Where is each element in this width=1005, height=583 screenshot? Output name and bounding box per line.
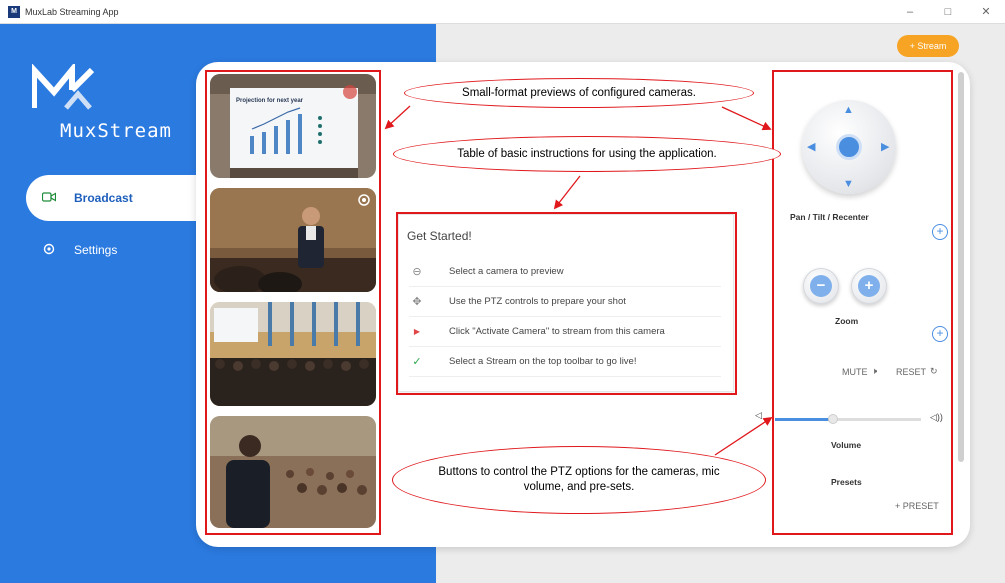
get-started-row: ⊖ Select a camera to preview — [409, 257, 721, 287]
camera-preview-image — [210, 416, 376, 528]
window-title: MuxLab Streaming App — [25, 6, 119, 17]
annotation-buttons: Buttons to control the PTZ options for t… — [392, 446, 766, 514]
speaker-mute-icon: 🕨 — [871, 366, 878, 376]
plus-icon: + — [858, 275, 880, 297]
get-started-row-text: Use the PTZ controls to prepare your sho… — [449, 296, 626, 307]
tilt-down-icon[interactable]: ▼ — [843, 178, 854, 190]
volume-slider-knob[interactable] — [828, 414, 839, 424]
close-button[interactable]: ✕ — [967, 0, 1005, 24]
arrow-left-circle-icon: ⊖ — [412, 266, 422, 278]
zoom-label: Zoom — [835, 316, 859, 326]
camera-preview-image: Projection for next year — [210, 74, 376, 178]
play-circle-icon: ▶ — [413, 327, 421, 336]
get-started-row-text: Select a Stream on the top toolbar to go… — [449, 356, 637, 367]
logo-mark-icon — [31, 61, 96, 112]
add-preset-button[interactable]: + PRESET — [895, 501, 939, 511]
window-controls: – □ ✕ — [891, 0, 1005, 24]
camera-preview-4[interactable] — [210, 416, 376, 528]
add-stream-button[interactable]: + Stream — [897, 35, 959, 57]
ptz-joystick[interactable]: ▲ ▼ ◀ ▶ — [802, 100, 896, 194]
pan-tilt-label: Pan / Tilt / Recenter — [790, 212, 869, 222]
camera-preview-3[interactable] — [210, 302, 376, 406]
volume-label: Volume — [831, 440, 862, 450]
volume-low-icon: ◁ — [755, 410, 762, 420]
annotation-previews: Small-format previews of configured came… — [404, 78, 754, 108]
pan-right-icon[interactable]: ▶ — [881, 140, 889, 153]
get-started-row: ✓ Select a Stream on the top toolbar to … — [409, 347, 721, 377]
reset-label: RESET — [896, 366, 927, 377]
zoom-out-button[interactable]: − — [803, 268, 839, 304]
tilt-up-icon[interactable]: ▲ — [843, 104, 854, 116]
ptz-control-panel: ▲ ▼ ◀ ▶ Pan / Tilt / Recenter + − + Zoom… — [755, 72, 955, 532]
volume-slider-fill — [775, 418, 834, 421]
camera-preview-image — [210, 302, 376, 406]
get-started-row-text: Click "Activate Camera" to stream from t… — [449, 326, 665, 337]
reset-button[interactable]: RESET ↻ — [896, 366, 938, 377]
app-icon: M — [8, 5, 20, 18]
maximize-button[interactable]: □ — [929, 0, 967, 24]
mute-label: MUTE — [842, 366, 868, 377]
nav-label-broadcast: Broadcast — [74, 191, 133, 205]
camera-icon — [40, 191, 58, 205]
get-started-title: Get Started! — [407, 229, 472, 243]
minimize-button[interactable]: – — [891, 0, 929, 24]
recenter-icon[interactable] — [836, 134, 862, 160]
title-bar: M MuxLab Streaming App – □ ✕ — [0, 0, 1005, 24]
annotation-instructions: Table of basic instructions for using th… — [393, 136, 781, 172]
move-icon: ✥ — [412, 296, 422, 308]
camera-preview-image — [210, 188, 376, 292]
minus-icon: − — [810, 275, 832, 297]
get-started-panel: Get Started! ⊖ Select a camera to previe… — [398, 214, 734, 392]
refresh-icon: ↻ — [930, 366, 938, 376]
check-circle-icon: ✓ — [412, 356, 422, 368]
camera-preview-1[interactable]: Projection for next year — [210, 74, 376, 178]
presets-label: Presets — [831, 477, 862, 487]
volume-slider[interactable] — [775, 414, 921, 424]
camera-preview-2[interactable] — [210, 188, 376, 292]
logo: MuxStream — [30, 61, 190, 142]
zoom-in-button[interactable]: + — [851, 268, 887, 304]
add-pan-preset-icon[interactable]: + — [932, 224, 948, 240]
scrollbar[interactable] — [958, 72, 964, 462]
mute-button[interactable]: MUTE 🕨 — [842, 366, 877, 377]
pan-left-icon[interactable]: ◀ — [807, 140, 815, 153]
nav-label-settings: Settings — [74, 243, 118, 257]
slide-title: Projection for next year — [236, 98, 304, 104]
volume-high-icon: ◁)) — [930, 412, 943, 422]
get-started-row: ▶ Click "Activate Camera" to stream from… — [409, 317, 721, 347]
add-zoom-preset-icon[interactable]: + — [932, 326, 948, 342]
get-started-row: ✥ Use the PTZ controls to prepare your s… — [409, 287, 721, 317]
camera-preview-list: Projection for next year — [208, 70, 380, 535]
gear-icon — [40, 243, 58, 258]
nav-item-broadcast[interactable]: Broadcast — [26, 175, 206, 221]
get-started-row-text: Select a camera to preview — [449, 266, 564, 277]
logo-text: MuxStream — [60, 120, 172, 142]
